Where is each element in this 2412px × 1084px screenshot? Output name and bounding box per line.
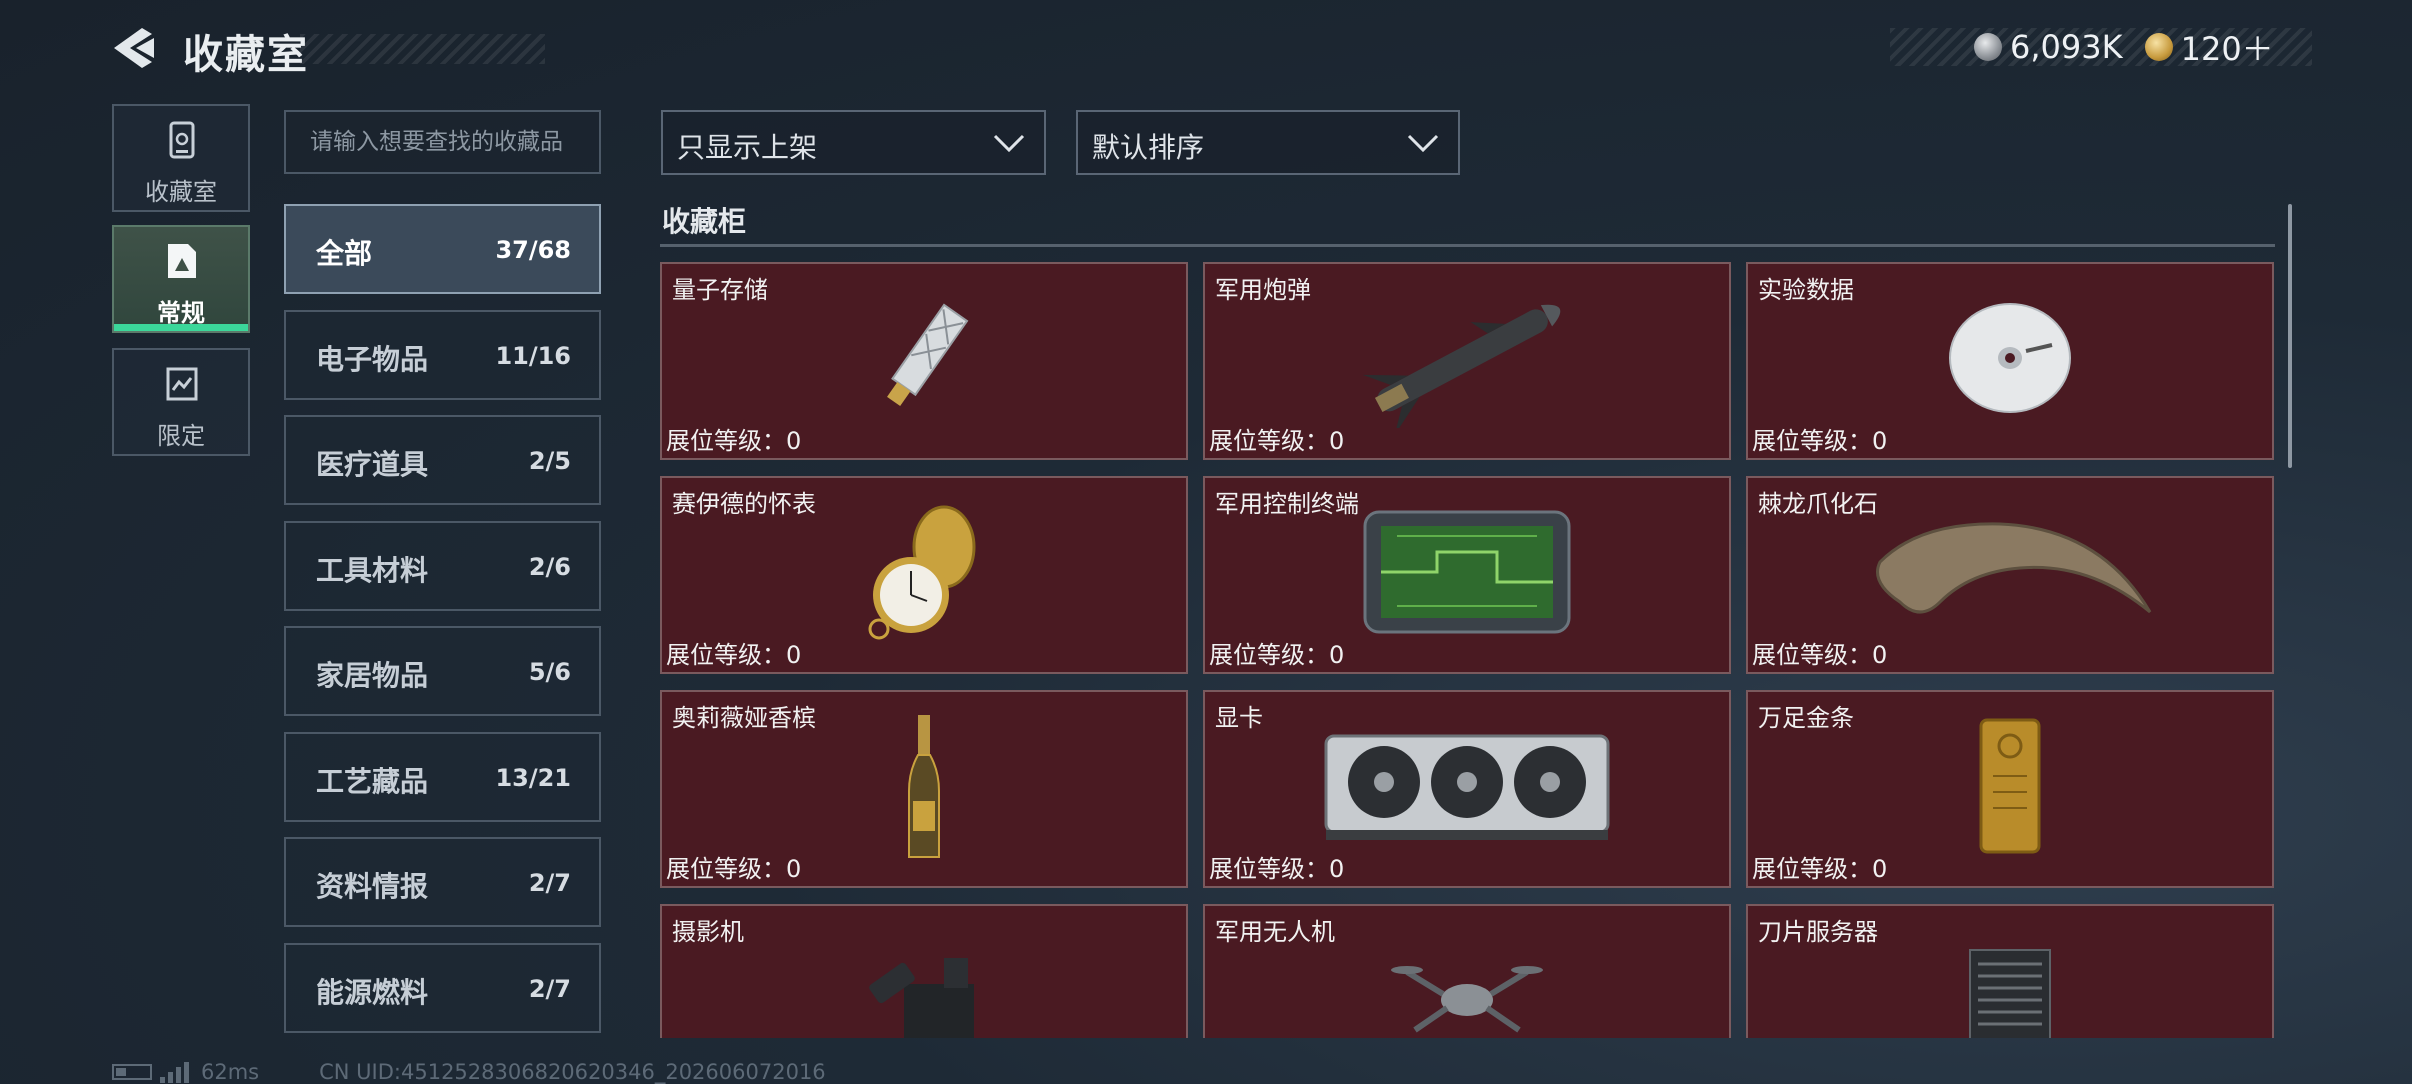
nav-regular[interactable]: 常规 (112, 225, 250, 333)
collection-card[interactable]: 奥莉薇娅香槟 展位等级：0 (660, 690, 1188, 888)
section-divider (660, 244, 2275, 247)
gold-amount[interactable]: 120＋ (2181, 24, 2274, 70)
collection-card[interactable]: 万足金条 展位等级：0 (1746, 690, 2274, 888)
collection-room-icon (164, 120, 200, 160)
category-count: 2/6 (528, 553, 571, 581)
battery-icon (112, 1064, 152, 1080)
nav-limited[interactable]: 限定 (112, 348, 250, 456)
signal-icon (160, 1061, 189, 1083)
collection-card[interactable]: 棘龙爪化石 展位等级：0 (1746, 476, 2274, 674)
page-title: 收藏室 (183, 32, 309, 78)
category-crafts[interactable]: 工艺藏品 13/21 (284, 732, 601, 822)
category-count: 5/6 (528, 658, 571, 686)
category-count: 2/5 (528, 447, 571, 475)
ping-value: 62ms (201, 1060, 260, 1084)
nav-collection-room[interactable]: 收藏室 (112, 104, 250, 212)
nav-label: 限定 (157, 422, 205, 450)
uid-text: CN UID:4512528306820620346_202606072016 (319, 1060, 826, 1084)
display-level: 展位等级：0 (1752, 855, 1888, 883)
video-camera-icon (662, 930, 1186, 1038)
limited-icon (164, 364, 200, 404)
category-name: 全部 (316, 237, 373, 270)
status-footer: 62ms CN UID:4512528306820620346_20260607… (112, 1060, 826, 1084)
drone-icon (1205, 930, 1729, 1038)
currency-bar: 6,093K 120＋ (1890, 28, 2312, 68)
gold-coin-icon (2144, 33, 2173, 61)
display-level: 展位等级：0 (1209, 641, 1345, 669)
display-filter-value: 只显示上架 (677, 131, 818, 164)
collection-card[interactable]: 军用炮弹 展位等级：0 (1203, 262, 1731, 460)
section-title: 收藏柜 (662, 205, 747, 238)
champagne-icon (662, 715, 1186, 858)
graphics-card-icon (1205, 716, 1729, 856)
collection-card[interactable]: 实验数据 展位等级：0 (1746, 262, 2274, 460)
category-name: 医疗道具 (316, 448, 429, 481)
category-electronics[interactable]: 电子物品 11/16 (284, 310, 601, 400)
category-all[interactable]: 全部 37/68 (284, 204, 601, 294)
title-decoration (300, 34, 545, 64)
display-level: 展位等级：0 (666, 855, 802, 883)
chevron-down-icon (993, 134, 1025, 153)
category-count: 2/7 (528, 869, 571, 897)
collection-card[interactable]: 摄影机 (660, 904, 1188, 1038)
disc-icon (1748, 288, 2272, 428)
nav-label: 收藏室 (145, 178, 217, 206)
blade-server-icon (1748, 930, 2272, 1038)
category-count: 13/21 (495, 764, 571, 792)
display-level: 展位等级：0 (1752, 427, 1888, 455)
category-count: 37/68 (495, 236, 571, 264)
display-level: 展位等级：0 (1209, 855, 1345, 883)
silver-amount: 6,093K (2010, 28, 2123, 66)
selected-indicator (114, 324, 248, 331)
chevron-down-icon (1407, 134, 1439, 153)
collection-card[interactable]: 军用无人机 (1203, 904, 1731, 1038)
sort-value: 默认排序 (1092, 131, 1205, 164)
silver-coin-icon (1974, 33, 2002, 61)
nav-label: 常规 (157, 299, 205, 327)
display-filter-dropdown[interactable]: 只显示上架 (661, 110, 1046, 175)
scrollbar[interactable] (2288, 204, 2292, 468)
category-name: 工具材料 (316, 554, 429, 587)
collection-card[interactable]: 显卡 展位等级：0 (1203, 690, 1731, 888)
quantum-storage-icon (662, 288, 1186, 428)
category-intel[interactable]: 资料情报 2/7 (284, 837, 601, 927)
category-household[interactable]: 家居物品 5/6 (284, 626, 601, 716)
display-level: 展位等级：0 (666, 641, 802, 669)
category-name: 电子物品 (316, 343, 429, 376)
collection-card[interactable]: 刀片服务器 (1746, 904, 2274, 1038)
category-name: 资料情报 (316, 870, 429, 903)
display-level: 展位等级：0 (666, 427, 802, 455)
back-arrow-icon[interactable] (112, 24, 156, 72)
control-terminal-icon (1205, 502, 1729, 642)
pocket-watch-icon (662, 502, 1186, 642)
collection-card[interactable]: 军用控制终端 展位等级：0 (1203, 476, 1731, 674)
regular-icon (164, 241, 200, 281)
collection-card[interactable]: 赛伊德的怀表 展位等级：0 (660, 476, 1188, 674)
category-energy[interactable]: 能源燃料 2/7 (284, 943, 601, 1033)
category-count: 2/7 (528, 975, 571, 1003)
search-input[interactable] (284, 110, 601, 174)
display-level: 展位等级：0 (1209, 427, 1345, 455)
category-count: 11/16 (495, 342, 571, 370)
missile-icon (1205, 288, 1729, 428)
category-medical[interactable]: 医疗道具 2/5 (284, 415, 601, 505)
collection-grid: 量子存储 展位等级：0 军用炮弹 展位等级：0 实验数据 展位等级：0 赛伊德的… (660, 262, 2275, 1038)
display-level: 展位等级：0 (1752, 641, 1888, 669)
gold-bar-icon (1748, 716, 2272, 856)
category-tools[interactable]: 工具材料 2/6 (284, 521, 601, 611)
category-name: 工艺藏品 (316, 765, 429, 798)
category-name: 能源燃料 (316, 976, 429, 1009)
category-name: 家居物品 (316, 659, 429, 692)
sort-dropdown[interactable]: 默认排序 (1076, 110, 1460, 175)
claw-fossil-icon (1748, 502, 2272, 642)
collection-card[interactable]: 量子存储 展位等级：0 (660, 262, 1188, 460)
